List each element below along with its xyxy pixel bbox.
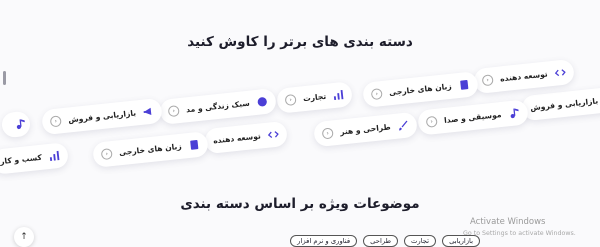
category-foreign-languages[interactable]: زبان های خارجی ‹ [362, 71, 479, 108]
chart-icon [48, 150, 60, 162]
section-title: دسته بندی های برتر را کاوش کنید [187, 34, 413, 50]
code-icon [267, 129, 279, 141]
activate-windows-hint: Go to Settings to activate Windows. [463, 230, 576, 237]
category-label: طراحی و هنر [339, 122, 392, 137]
arrow-icon: ‹ [100, 148, 113, 161]
category-label: زبان های خارجی [118, 141, 183, 158]
category-business-2[interactable]: کسب و کار [0, 142, 69, 175]
category-label: بازاریابی و فروش [67, 108, 137, 125]
arrow-icon: ‹ [49, 115, 62, 128]
arrow-icon: ‹ [167, 105, 180, 118]
category-marketing-sales-2[interactable]: بازاریابی و فروش ‹ [41, 97, 164, 136]
category-developer-2[interactable]: توسعه دهنده [203, 120, 288, 155]
category-label: توسعه دهنده [212, 131, 262, 146]
arrow-icon: ‹ [425, 115, 438, 128]
scrollbar-thumb[interactable] [3, 71, 6, 85]
category-label: زبان های خارجی [388, 81, 453, 98]
arrow-icon: ‹ [284, 93, 297, 107]
badge-icon [256, 96, 268, 108]
book-icon [458, 79, 470, 91]
category-music-partial[interactable] [0, 110, 32, 139]
category-label: بازاریابی و فروش [529, 96, 599, 113]
code-icon [554, 67, 566, 79]
tag-design[interactable]: طراحی [363, 235, 399, 247]
tag-business[interactable]: تجارت [404, 235, 437, 247]
category-business[interactable]: تجارت ‹ [275, 81, 354, 114]
arrow-icon: ‹ [321, 127, 334, 140]
arrow-up-icon: ↑ [20, 232, 28, 242]
tag-technology[interactable]: فناوری و نرم افزار [290, 235, 358, 247]
music-icon [508, 107, 520, 119]
category-label: تجارت [302, 91, 327, 104]
category-music-audio[interactable]: موسیقی و صدا ‹ [416, 99, 529, 136]
brush-icon [397, 119, 409, 131]
music-icon [14, 118, 26, 130]
category-design-art[interactable]: طراحی و هنر ‹ [312, 111, 418, 148]
scroll-to-top-button[interactable]: ↑ [14, 227, 34, 247]
category-marketing-sales[interactable]: بازاریابی و فروش [520, 85, 600, 122]
category-label: سبک زندگی و مد [185, 98, 251, 115]
book-icon [188, 139, 200, 151]
topic-tags: بازاریابی تجارت طراحی فناوری و نرم افزار [290, 235, 480, 247]
arrow-icon: ‹ [370, 88, 383, 101]
megaphone-icon [142, 106, 154, 118]
chart-icon [333, 89, 345, 101]
activate-windows-watermark: Activate Windows [470, 217, 546, 227]
category-developer[interactable]: توسعه دهنده ‹ [472, 58, 575, 95]
category-label: توسعه دهنده [499, 69, 549, 84]
category-lifestyle-fashion[interactable]: سبک زندگی و مد ‹ [159, 88, 277, 125]
arrow-icon: ‹ [481, 74, 494, 87]
category-label: موسیقی و صدا [443, 110, 502, 125]
featured-topics-title: موضوعات ویژه بر اساس دسته بندی [180, 196, 420, 212]
category-label: کسب و کار [0, 152, 43, 167]
category-foreign-languages-2[interactable]: زبان های خارجی ‹ [92, 131, 209, 168]
